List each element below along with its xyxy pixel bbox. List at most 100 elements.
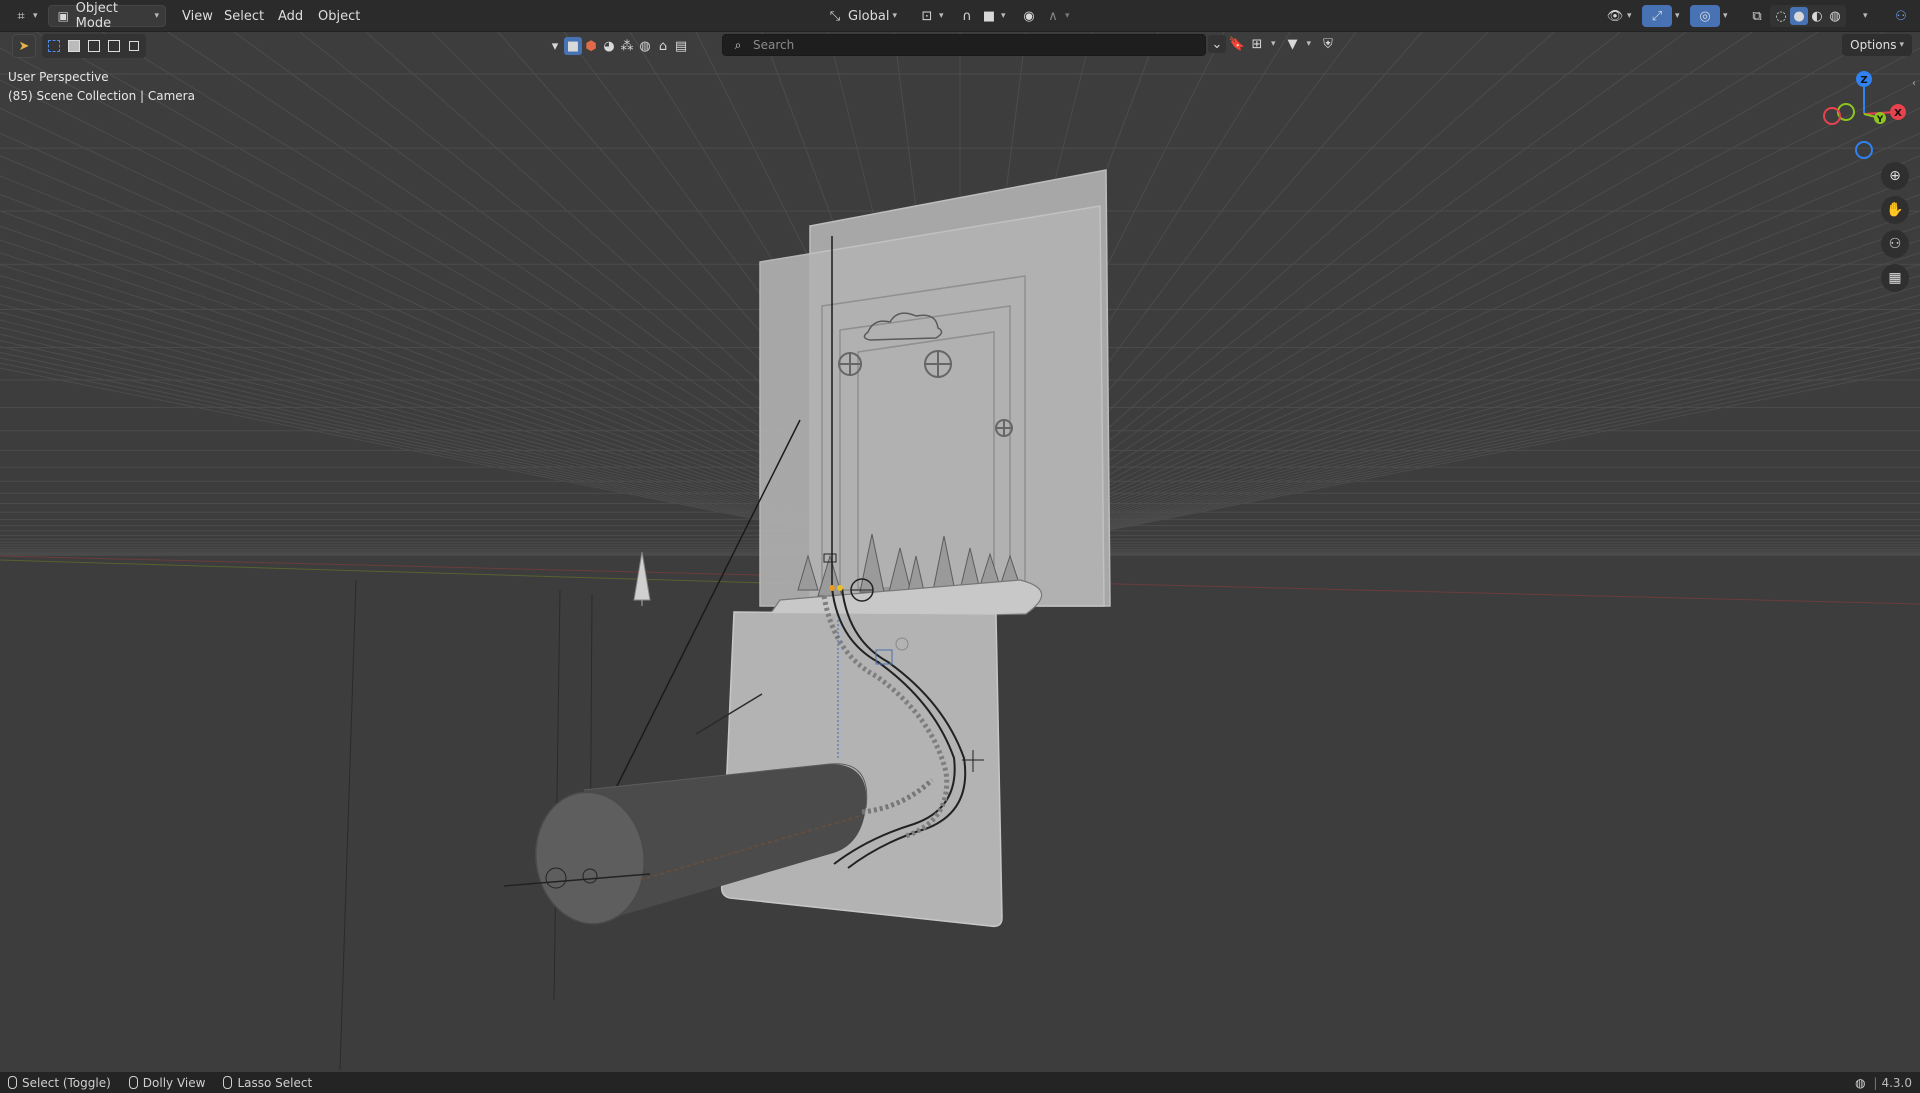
pivot-point-button[interactable]: ⊡ ▾	[912, 5, 950, 27]
viewport-header: ⌗ ▾ ▣ Object Mode ▾ View Select Add Objec…	[0, 0, 1920, 32]
transform-orientation-select[interactable]: ⤡ Global ▾	[820, 5, 903, 27]
x-axis-label: X	[1894, 108, 1902, 119]
color-cube-icon[interactable]: ⬢	[582, 37, 600, 55]
select-extend-icon	[68, 40, 80, 52]
falloff-select[interactable]: ∧ ▾	[1038, 5, 1076, 27]
overlays-icon: ◎	[1699, 8, 1711, 24]
chevron-down-icon: ▾	[1899, 40, 1904, 50]
status-select-toggle: Select (Toggle)	[8, 1076, 111, 1090]
camera-icon: ⚇	[1895, 8, 1907, 24]
select-intersect-button[interactable]	[124, 34, 144, 58]
axis-gizmo[interactable]: Z X Y	[1814, 66, 1914, 166]
search-icon: ⌕	[734, 37, 742, 52]
eye-icon: 👁	[1606, 8, 1624, 24]
solid-shading-icon[interactable]: ●	[1790, 7, 1808, 25]
select-invert-icon	[108, 40, 120, 52]
particles-filter-icon[interactable]: ⁂	[618, 37, 636, 55]
sphere-filter-icon[interactable]: ◕	[600, 37, 618, 55]
zoom-button[interactable]: ⊕	[1881, 162, 1909, 190]
gizmo-options[interactable]: ▾	[1666, 5, 1686, 27]
z-axis-label: Z	[1860, 75, 1867, 86]
chevron-down-icon: ▾	[892, 11, 898, 21]
select-tool-button[interactable]: ➤	[12, 34, 36, 58]
hierarchy-icon[interactable]: ⊞	[1248, 35, 1266, 53]
grid-icon: ▦	[1888, 270, 1902, 286]
select-subtract-icon	[88, 40, 100, 52]
mode-select[interactable]: ▣ Object Mode ▾	[48, 1, 166, 31]
status-label: Select (Toggle)	[22, 1075, 111, 1090]
snap-target-select[interactable]: ■ ▾	[974, 5, 1012, 27]
pan-button[interactable]: ✋	[1881, 196, 1909, 224]
options-button[interactable]: Options ▾	[1842, 34, 1912, 56]
menu-add[interactable]: Add	[272, 5, 309, 27]
editor-type-button[interactable]: ⌗ ▾	[6, 5, 44, 27]
selection-mode-group	[42, 34, 146, 58]
pivot-icon: ⊡	[921, 8, 933, 24]
menu-object[interactable]: Object	[312, 5, 366, 27]
zoom-icon: ⊕	[1889, 168, 1901, 184]
status-dolly-view: Dolly View	[128, 1075, 206, 1090]
xray-toggle[interactable]: ⧉	[1742, 5, 1772, 27]
rendered-shading-icon[interactable]: ◍	[1826, 7, 1844, 25]
camera-toggle-button[interactable]: ⚇	[1881, 230, 1909, 258]
viewport-scene[interactable]	[0, 0, 1920, 1093]
shading-modes: ◌ ● ◐ ◍	[1770, 5, 1846, 27]
version-info: ◍ | 4.3.0	[1851, 1074, 1912, 1092]
chevron-down-icon: ▾	[1065, 11, 1070, 21]
chevron-down-icon[interactable]: ▾	[546, 37, 564, 55]
shading-options[interactable]: ▾	[1854, 5, 1874, 27]
ortho-toggle-button[interactable]: ▦	[1881, 264, 1909, 292]
y-axis-label: Y	[1876, 115, 1884, 125]
status-bar: Select (Toggle) Dolly View Lasso Select …	[0, 1072, 1920, 1093]
chevron-down-icon: ▾	[939, 11, 944, 21]
gizmo-icon: ⤢	[1651, 8, 1663, 24]
select-new-icon	[48, 40, 60, 52]
bookmark-icon[interactable]: 🔖	[1228, 35, 1246, 53]
shield-icon[interactable]: ⛨	[1319, 35, 1337, 53]
chevron-down-icon[interactable]: ⌄	[1208, 35, 1226, 53]
status-label: Dolly View	[142, 1075, 206, 1090]
wireframe-shading-icon[interactable]: ◌	[1772, 7, 1790, 25]
perspective-label: User Perspective	[8, 70, 109, 84]
material-shading-icon[interactable]: ◐	[1808, 7, 1826, 25]
overlays-options[interactable]: ▾	[1714, 5, 1734, 27]
back-panel[interactable]	[759, 169, 1111, 621]
status-label: Lasso Select	[237, 1075, 313, 1090]
falloff-curve-icon: ∧	[1048, 8, 1058, 24]
chevron-down-icon[interactable]: ▾	[1271, 39, 1276, 49]
menu-select[interactable]: Select	[218, 5, 270, 27]
select-extend-button[interactable]	[64, 34, 84, 58]
globe-icon: ◍	[1855, 1076, 1866, 1090]
object-mode-icon: ▣	[57, 9, 69, 23]
select-new-button[interactable]	[44, 34, 64, 58]
camera-icon: ⚇	[1888, 236, 1902, 252]
menu-view[interactable]: View	[176, 5, 219, 27]
neg-x-axis-handle[interactable]	[1823, 107, 1841, 125]
filter-icon[interactable]: ▼	[1284, 35, 1302, 53]
mouse-right-icon	[223, 1076, 233, 1089]
options-label: Options	[1850, 38, 1897, 52]
chevron-down-icon[interactable]: ▾	[1307, 39, 1312, 49]
neg-z-axis-handle[interactable]	[1855, 141, 1873, 159]
chevron-down-icon: ▾	[1627, 11, 1632, 21]
visibility-select[interactable]: 👁 ▾	[1600, 5, 1638, 27]
chevron-down-icon: ▾	[1863, 11, 1868, 21]
search-field[interactable]: ⌕	[722, 34, 1206, 56]
select-subtract-button[interactable]	[84, 34, 104, 58]
paint-filter-icon[interactable]: ⌂	[654, 37, 672, 55]
select-intersect-icon	[129, 41, 139, 51]
search-tools: ⌄ 🔖 ⊞ ▾ ▼ ▾ ⛨	[1208, 35, 1337, 53]
chevron-down-icon: ▾	[1001, 11, 1006, 21]
select-invert-button[interactable]	[104, 34, 124, 58]
globe-filter-icon[interactable]: ◍	[636, 37, 654, 55]
layers-filter-icon[interactable]: ▤	[672, 37, 690, 55]
orientation-icon: ⤡	[829, 8, 841, 24]
mesh-filter-icon[interactable]: ■	[564, 37, 582, 55]
status-lasso-select: Lasso Select	[223, 1076, 312, 1090]
sidebar-toggle-icon[interactable]: ‹	[1912, 78, 1916, 89]
search-input[interactable]	[753, 38, 1173, 52]
chevron-down-icon: ▾	[33, 11, 38, 21]
chevron-down-icon: ▾	[154, 11, 159, 21]
grid-editor-icon: ⌗	[17, 8, 25, 24]
camera-view-button[interactable]: ⚇	[1886, 5, 1916, 27]
